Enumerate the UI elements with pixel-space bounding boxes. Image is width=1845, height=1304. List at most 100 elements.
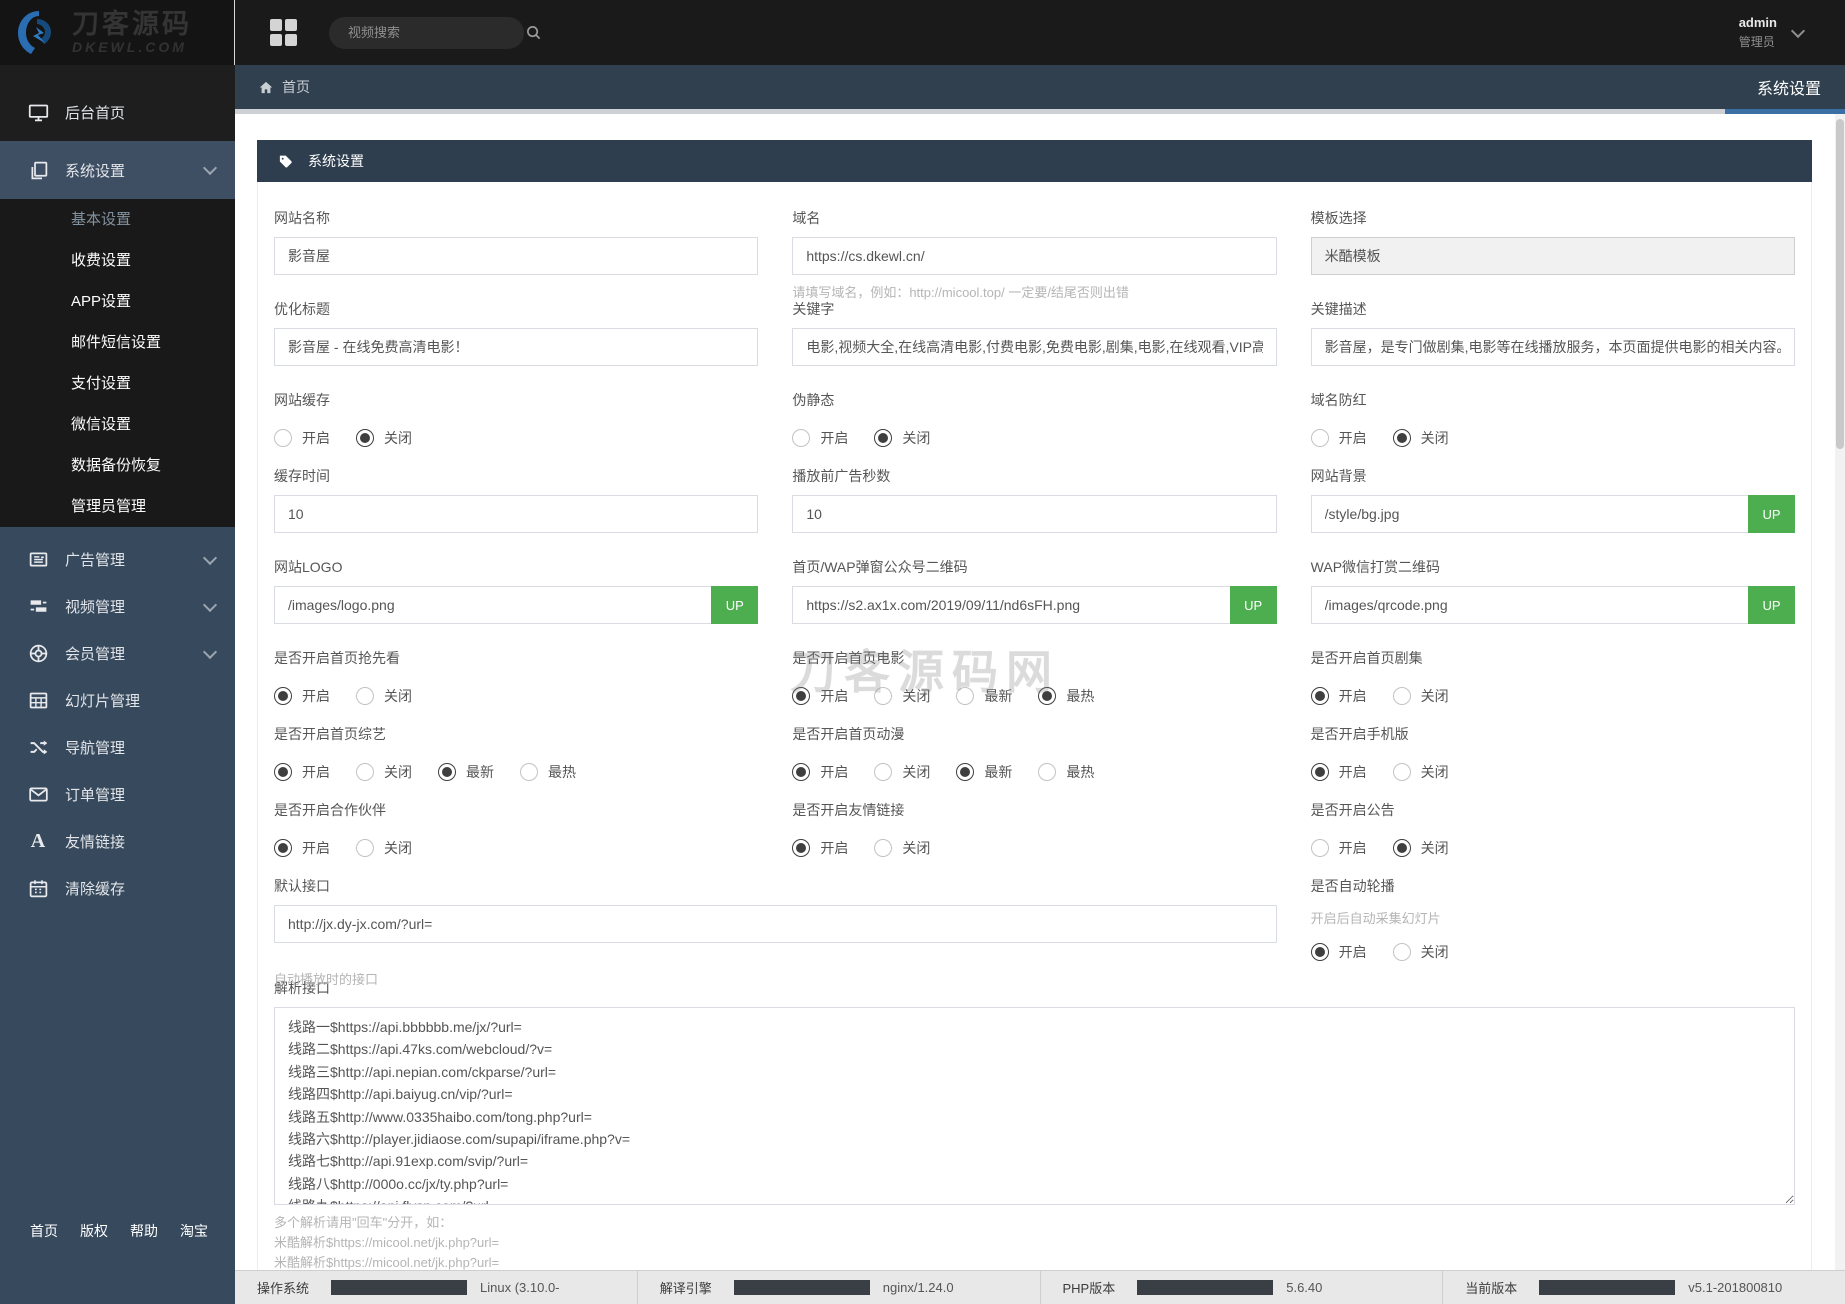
radio-option-on[interactable]: 开启 [1311,942,1367,962]
submenu-item-app-settings[interactable]: APP设置 [0,281,235,322]
upload-button[interactable]: UP [711,586,758,624]
radio-option-off[interactable]: 关闭 [356,762,412,782]
submenu-item-admin-management[interactable]: 管理员管理 [0,486,235,527]
radio-option-off[interactable]: 关闭 [356,838,412,858]
sidebar-item-dashboard[interactable]: 后台首页 [0,83,235,141]
submenu-item-mail-sms-settings[interactable]: 邮件短信设置 [0,322,235,363]
submenu-item-payment-settings[interactable]: 支付设置 [0,363,235,404]
radio-option-newest[interactable]: 最新 [956,762,1012,782]
radio-option-on[interactable]: 开启 [1311,838,1367,858]
radio-option-hottest[interactable]: 最热 [1038,762,1094,782]
radio-option-off[interactable]: 关闭 [1393,686,1449,706]
radio-option-off[interactable]: 关闭 [874,686,930,706]
cache-time-input[interactable] [274,495,758,533]
radio-option-on[interactable]: 开启 [274,686,330,706]
radio-group: 开启 关闭 最新 最热 [274,762,758,782]
radio-option-on[interactable]: 开启 [1311,686,1367,706]
radio-option-on[interactable]: 开启 [792,762,848,782]
radio-option-newest[interactable]: 最新 [956,686,1012,706]
radio-option-off[interactable]: 关闭 [874,428,930,448]
submenu-item-wechat-settings[interactable]: 微信设置 [0,404,235,445]
sidebar-item-friend-links[interactable]: A 友情链接 [0,818,235,865]
radio-label: 关闭 [1421,762,1449,782]
radio-option-on[interactable]: 开启 [274,428,330,448]
sidebar-item-slides[interactable]: 幻灯片管理 [0,677,235,724]
radio-option-newest[interactable]: 最新 [438,762,494,782]
radio-option-off[interactable]: 关闭 [356,686,412,706]
radio-option-off[interactable]: 关闭 [874,838,930,858]
radio-icon [792,687,810,705]
radio-icon [1393,429,1411,447]
radio-option-off[interactable]: 关闭 [874,762,930,782]
form-row: 网站LOGO UP 首页/WAP弹窗公众号二维码 UP [274,557,1795,624]
radio-option-on[interactable]: 开启 [1311,428,1367,448]
submenu-item-backup-restore[interactable]: 数据备份恢复 [0,445,235,486]
scrollbar-thumb[interactable] [1836,119,1844,449]
keywords-input[interactable] [792,328,1276,366]
footer-link-taobao[interactable]: 淘宝 [180,1221,208,1241]
radio-option-off[interactable]: 关闭 [1393,428,1449,448]
sidebar-item-clear-cache[interactable]: 清除缓存 [0,865,235,912]
wechat-qrcode-input[interactable] [1311,586,1748,624]
sidebar-item-videos[interactable]: 视频管理 [0,583,235,630]
user-menu[interactable]: admin 管理员 [1739,15,1803,50]
status-cell-os: 操作系统 Linux (3.10.0- [235,1271,637,1304]
sidebar-item-ads[interactable]: 广告管理 [0,536,235,583]
vertical-scrollbar[interactable] [1835,114,1845,1271]
radio-option-on[interactable]: 开启 [792,838,848,858]
topbar: 刀客源码 DKEWL.COM admin 管理员 [0,0,1845,65]
radio-icon [1393,839,1411,857]
upload-button[interactable]: UP [1748,495,1795,533]
radio-option-on[interactable]: 开启 [1311,762,1367,782]
sidebar-item-navigation[interactable]: 导航管理 [0,724,235,771]
radio-option-on[interactable]: 开启 [792,428,848,448]
radio-option-off[interactable]: 关闭 [1393,942,1449,962]
radio-label: 开启 [302,838,330,858]
sidebar-item-orders[interactable]: 订单管理 [0,771,235,818]
radio-option-hottest[interactable]: 最热 [1038,686,1094,706]
field-label: 是否开启公告 [1311,800,1795,820]
status-cell-version: 当前版本 v5.1-201800810 [1442,1271,1845,1304]
site-logo-input[interactable] [274,586,711,624]
sidebar-item-members[interactable]: 会员管理 [0,630,235,677]
footer-link-help[interactable]: 帮助 [130,1221,158,1241]
submenu-item-fee-settings[interactable]: 收费设置 [0,240,235,281]
footer-link-copyright[interactable]: 版权 [80,1221,108,1241]
breadcrumb[interactable]: 首页 [258,77,310,97]
site-background-input[interactable] [1311,495,1748,533]
description-input[interactable] [1311,328,1795,366]
user-info: admin 管理员 [1739,15,1777,50]
admin-app: 刀客源码 DKEWL.COM admin 管理员 [0,0,1845,1304]
radio-option-on[interactable]: 开启 [274,838,330,858]
search-icon[interactable] [526,25,541,40]
radio-label: 关闭 [1421,942,1449,962]
sidebar-item-system-settings[interactable]: 系统设置 [0,141,235,199]
sidebar-top-section: 后台首页 系统设置 基本设置 收费设置 APP设置 邮件短信设置 支付设置 微信… [0,65,235,527]
radio-label: 关闭 [1421,686,1449,706]
default-api-input[interactable] [274,905,1277,943]
apps-grid-icon[interactable] [270,19,297,46]
radio-option-off[interactable]: 关闭 [1393,762,1449,782]
field-partners: 是否开启合作伙伴 开启 关闭 [274,800,758,858]
seo-title-input[interactable] [274,328,758,366]
radio-option-off[interactable]: 关闭 [1393,838,1449,858]
logo[interactable]: 刀客源码 DKEWL.COM [0,0,235,65]
ad-seconds-input[interactable] [792,495,1276,533]
radio-option-on[interactable]: 开启 [792,686,848,706]
submenu-item-basic-settings[interactable]: 基本设置 [0,199,235,240]
tab-system-settings[interactable]: 系统设置 [1725,65,1845,109]
upload-button[interactable]: UP [1748,586,1795,624]
radio-option-hottest[interactable]: 最热 [520,762,576,782]
field-label: 网站LOGO [274,557,758,577]
os-progress-bar [331,1280,467,1295]
site-name-input[interactable] [274,237,758,275]
wap-qrcode-input[interactable] [792,586,1229,624]
upload-button[interactable]: UP [1230,586,1277,624]
radio-option-on[interactable]: 开启 [274,762,330,782]
video-search-input[interactable] [346,24,526,41]
template-select[interactable]: 米酷模板 [1311,237,1795,275]
parse-api-textarea[interactable]: 线路一$https://api.bbbbbb.me/jx/?url= 线路二$h… [274,1007,1795,1205]
footer-link-home[interactable]: 首页 [30,1221,58,1241]
domain-input[interactable] [792,237,1276,275]
radio-option-off[interactable]: 关闭 [356,428,412,448]
